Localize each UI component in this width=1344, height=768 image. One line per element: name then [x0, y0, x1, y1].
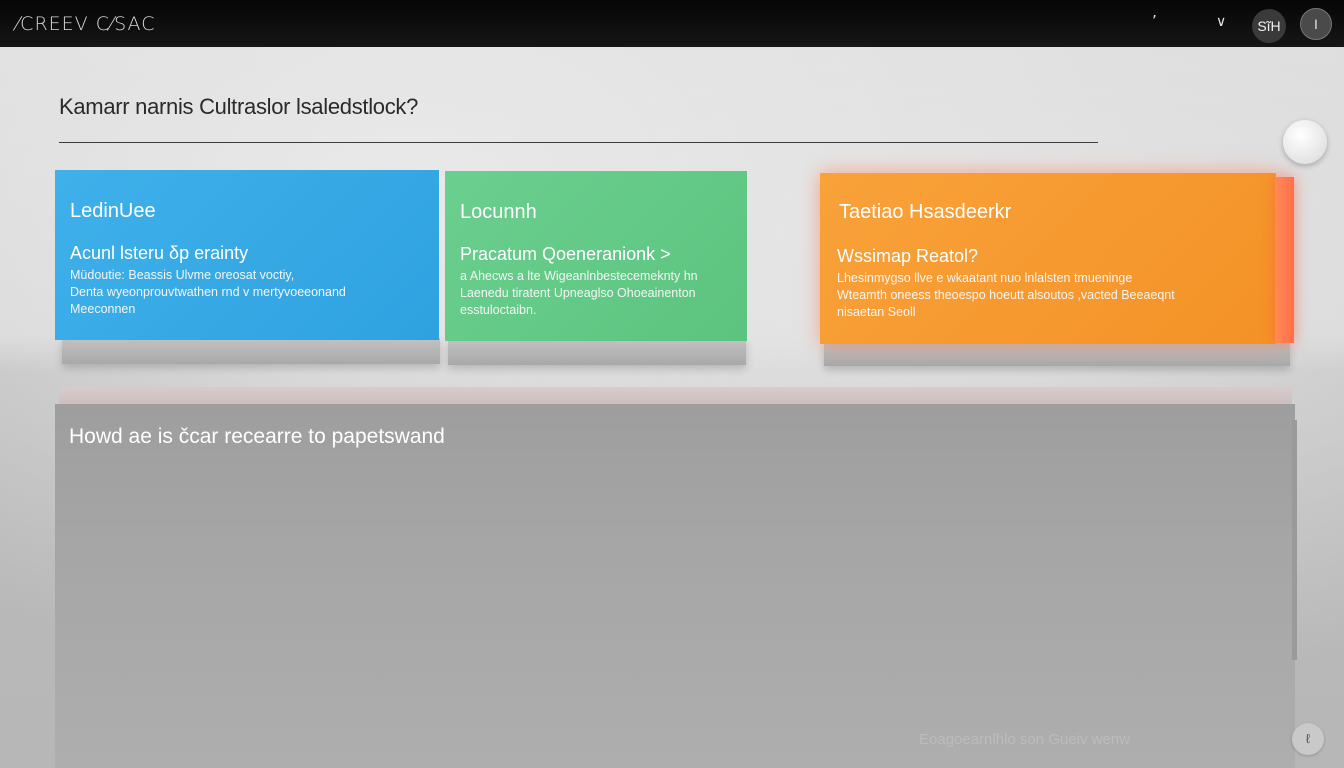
card-body-line: Laenedu tiratent Upneaglso Ohoeainenton	[460, 286, 696, 300]
card-title: Taetiao Hsasdeerkr	[839, 201, 1012, 223]
card-body-line: Denta wyeonprouvtwathen rnd v mertyvoeeo…	[70, 285, 346, 299]
top-bar: ⁄CREEV C⁄SAC ’ ∨ SĩH I	[0, 0, 1344, 47]
card-body-line: nisaetan Seoll	[837, 305, 916, 319]
card-body-line: a Ahecws a lte Wigeanlnbestecemeknty hn	[460, 269, 698, 283]
card-title: Locunnh	[460, 201, 537, 223]
card-glow-edge	[1275, 177, 1294, 343]
card-body-line: Müdoutie: Beassis Ulvme oreosat voctiy,	[70, 268, 295, 282]
card-body: Müdoutie: Beassis Ulvme oreosat voctiy, …	[70, 267, 346, 318]
card-body-line: Wteamth oneess theoespo hoeutt alsoutos …	[837, 288, 1175, 302]
card-subtitle: Wssimap Reatol?	[837, 246, 979, 266]
card-leading[interactable]: LedinUee Acunl lsteru δp erainty Müdouti…	[55, 170, 439, 340]
card-body-line: esstuloctaibn.	[460, 303, 537, 317]
title-divider	[59, 142, 1098, 143]
card-base	[824, 342, 1290, 366]
panel-title: Howd ae is čcar recearre to papetswand	[69, 425, 445, 448]
page-title: Kamarr narnis Cultraslor lsaledstlock?	[59, 94, 419, 119]
content-panel	[55, 404, 1295, 768]
card-body-line: Meeconnen	[70, 302, 136, 316]
card-base	[448, 339, 746, 365]
card-subtitle: Pracatum Qoeneranionk >	[460, 244, 671, 264]
avatar[interactable]: I	[1300, 8, 1332, 40]
card-body-line: Lhesinmygso llve e wkaatant nuo lnlalste…	[837, 271, 1133, 285]
card-subtitle: Acunl lsteru δp erainty	[70, 243, 249, 263]
panel-edge	[1292, 420, 1297, 660]
footer-link[interactable]: Eoagoearnlhlo son Gueiv wenw	[919, 731, 1130, 748]
user-chip[interactable]: SĩH	[1252, 9, 1286, 43]
card-title: LedinUee	[70, 200, 156, 222]
mark-icon[interactable]: ’	[1152, 12, 1157, 30]
card-featured[interactable]: Taetiao Hsasdeerkr Wssimap Reatol? Lhesi…	[820, 173, 1276, 344]
panel-rim	[59, 387, 1292, 405]
card-body: a Ahecws a lte Wigeanlnbestecemeknty hn …	[460, 268, 698, 319]
corner-action-icon[interactable]: ℓ	[1292, 723, 1324, 755]
card-body: Lhesinmygso llve e wkaatant nuo lnlalste…	[837, 270, 1175, 321]
app-brand[interactable]: ⁄CREEV C⁄SAC	[16, 13, 155, 35]
card-location[interactable]: Locunnh Pracatum Qoeneranionk > a Ahecws…	[445, 171, 747, 341]
circle-button-icon[interactable]	[1283, 120, 1327, 164]
card-base	[62, 338, 440, 364]
chevron-down-icon[interactable]: ∨	[1216, 14, 1226, 30]
